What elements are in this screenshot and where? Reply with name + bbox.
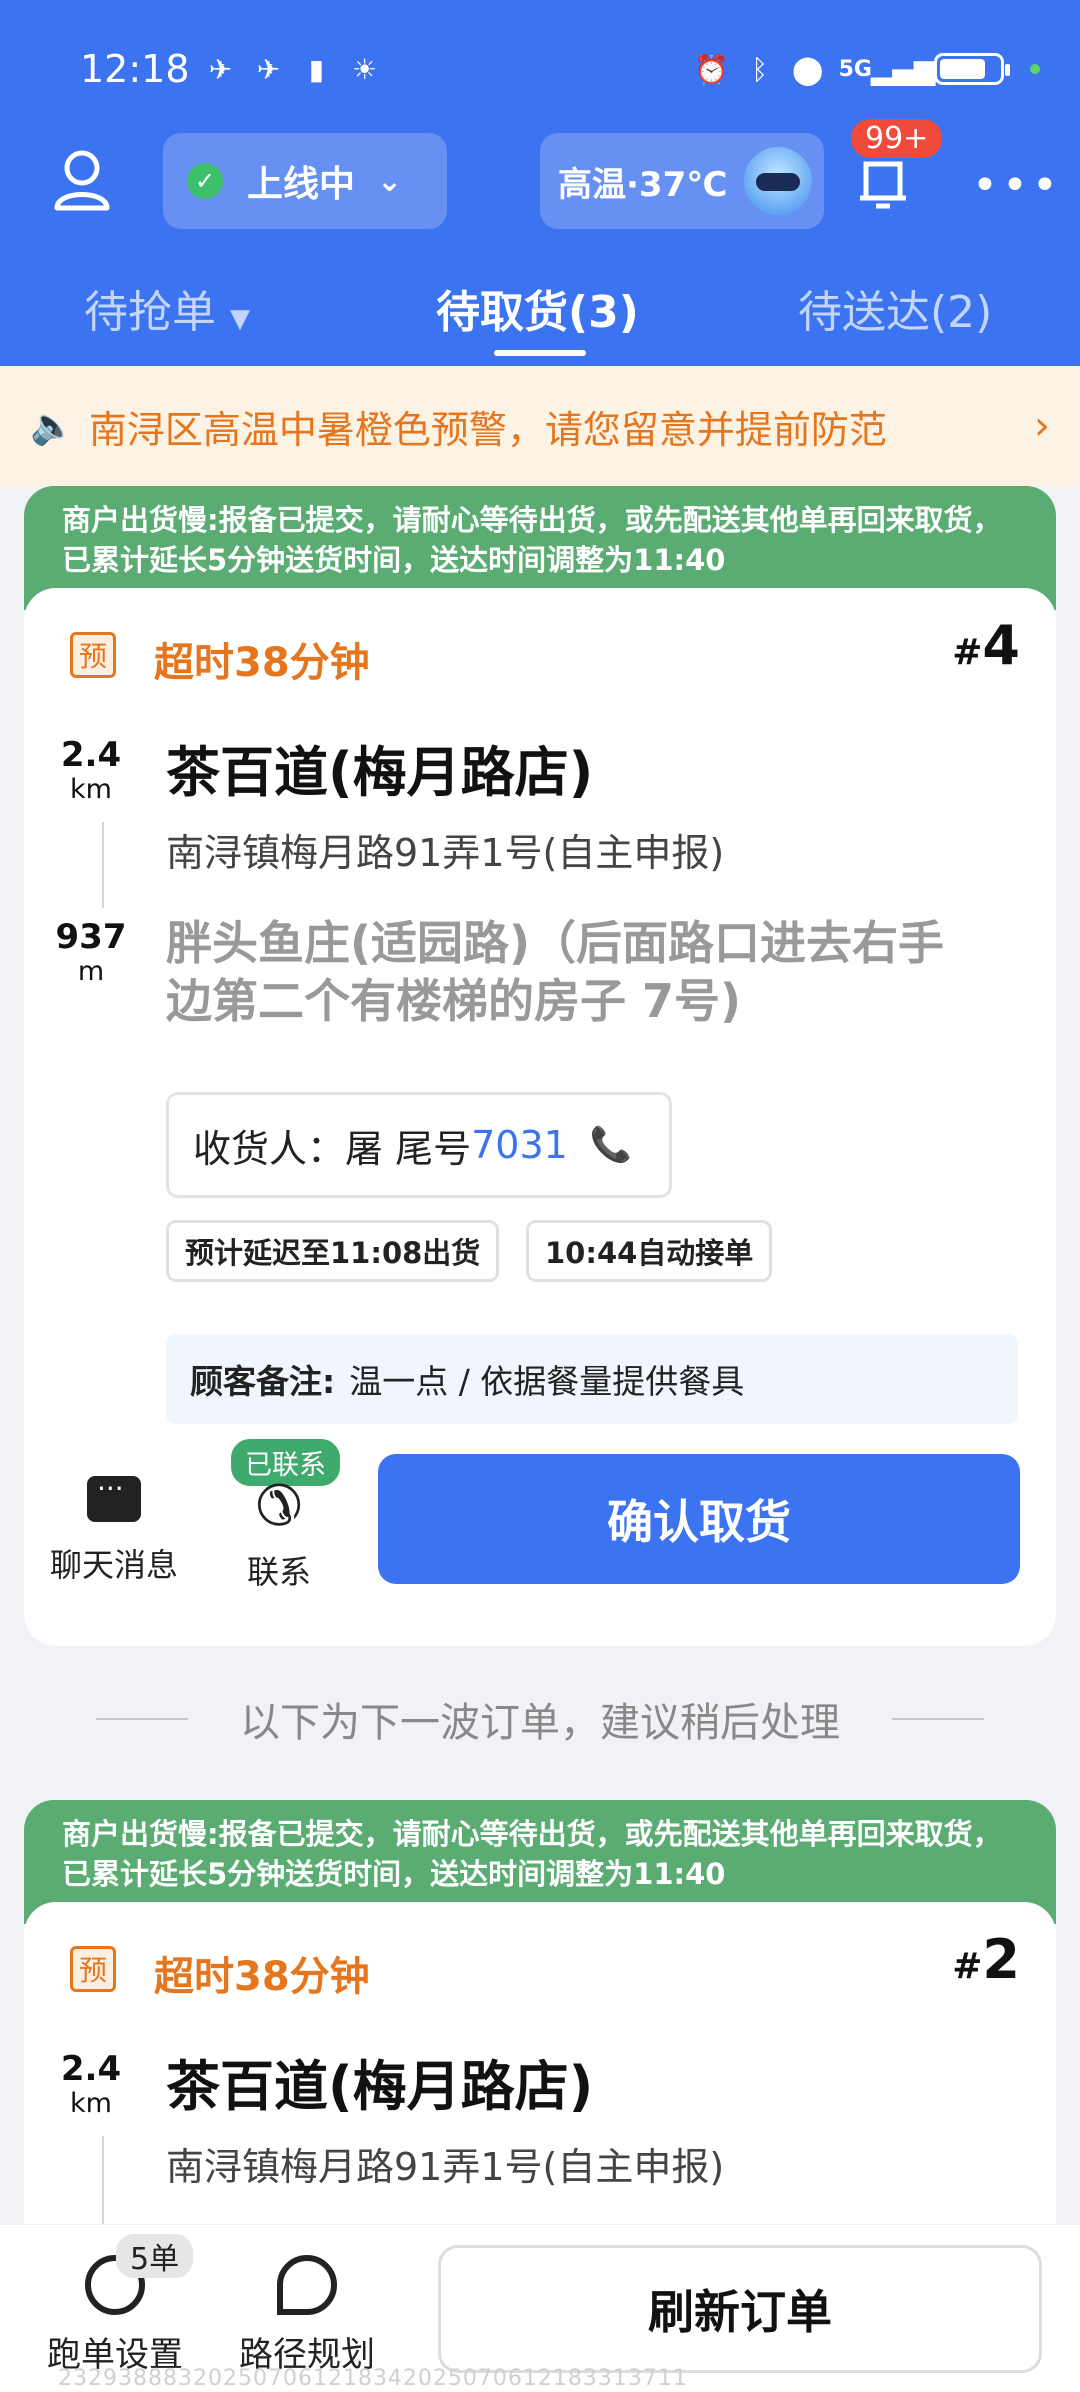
tab-pending-delivery[interactable]: 待送达(2) xyxy=(798,276,992,340)
overtime-label: 超时38分钟 xyxy=(154,640,370,686)
battery-icon xyxy=(934,53,1010,85)
order-number-value: 4 xyxy=(982,614,1020,677)
divider-text: 以下为下一波订单，建议稍后处理 xyxy=(240,1700,840,1746)
tab-label: 待抢单 xyxy=(84,287,216,338)
tab-pending-grab[interactable]: 待抢单 ▼ xyxy=(84,276,250,340)
order-count-badge: 5单 xyxy=(116,2234,194,2278)
customer-remark: 顾客备注: 温一点 / 依据餐量提供餐具 xyxy=(166,1334,1018,1424)
pickup-distance-unit: km xyxy=(70,774,112,805)
receiver-call-button[interactable]: 收货人：屠 尾号 7031 📞 xyxy=(166,1092,672,1198)
plane-icon-2: ✈ xyxy=(256,52,281,86)
shop-name[interactable]: 茶百道(梅月路店) xyxy=(166,2042,593,2121)
receiver-label: 收货人：屠 尾号 xyxy=(193,1126,472,1171)
tab-pending-pickup[interactable]: 待取货(3) xyxy=(436,276,639,340)
privacy-dot-icon xyxy=(1030,64,1040,74)
online-status-toggle[interactable]: ✓ 上线中 ⌄ xyxy=(163,133,447,229)
next-wave-divider: 以下为下一波订单，建议稍后处理 xyxy=(0,1690,1080,1748)
remark-label: 顾客备注: xyxy=(190,1362,336,1401)
alert-text: 南浔区高温中暑橙色预警，请您留意并提前防范 xyxy=(88,407,887,452)
robot-mascot-icon xyxy=(744,147,812,215)
network-label: 5G xyxy=(838,56,872,82)
delivery-distance-unit: m xyxy=(77,956,105,987)
signal-icon: ▂▄▆ xyxy=(870,52,936,86)
order-number-value: 2 xyxy=(982,1928,1020,1991)
order-number-prefix: # xyxy=(952,1946,983,1987)
contact-label: 联系 xyxy=(246,1553,311,1591)
delivery-distance: 937 m xyxy=(54,918,128,988)
order-number: #2 xyxy=(952,1928,1020,1991)
divider-line xyxy=(892,1718,984,1720)
tab-label: 待取货(3) xyxy=(436,287,639,338)
pickup-distance-unit: km xyxy=(70,2088,112,2119)
alert-icon: ▮ xyxy=(308,52,325,86)
order-tabs: 待抢单 ▼ 待取货(3) 待送达(2) xyxy=(0,276,1080,356)
chevron-right-icon: › xyxy=(1034,403,1050,449)
tab-label: 待送达(2) xyxy=(798,287,993,338)
shop-address: 南浔镇梅月路91弄1号(自主申报) xyxy=(166,831,725,875)
weather-pill[interactable]: 高温·37℃ xyxy=(540,133,824,229)
order-card: 商户出货慢:报备已提交，请耐心等待出货，或先配送其他单再回来取货，已累计延长5分… xyxy=(24,486,1056,1646)
phone-icon: 📞 xyxy=(589,1125,633,1165)
pickup-distance-value: 2.4 xyxy=(60,2049,122,2089)
bluetooth-icon: ᛒ xyxy=(751,52,769,86)
user-icon[interactable] xyxy=(52,148,112,212)
plane-icon: ✈ xyxy=(208,52,233,86)
delay-chip: 预计延迟至11:08出货 xyxy=(166,1220,500,1282)
order-card-body: 预 超时38分钟 #4 2.4 km 茶百道(梅月路店) 南浔镇梅月路91弄1号… xyxy=(24,588,1056,1646)
preorder-tag: 预 xyxy=(70,632,116,678)
header-toolbar: ✓ 上线中 ⌄ 高温·37℃ 99+ ••• xyxy=(0,116,1080,230)
remark-text: 温一点 / 依据餐量提供餐具 xyxy=(349,1362,745,1401)
location-icon: ⬤ xyxy=(791,52,824,86)
caret-down-icon: ▼ xyxy=(230,304,250,334)
active-tab-indicator xyxy=(494,350,586,356)
more-icon[interactable]: ••• xyxy=(972,160,1062,211)
order-number: #4 xyxy=(952,614,1020,677)
refresh-orders-button[interactable]: 刷新订单 xyxy=(438,2245,1042,2373)
route-line xyxy=(102,822,104,908)
phone-handset-icon: ✆ xyxy=(255,1474,303,1539)
delivery-distance-value: 937 xyxy=(55,917,127,957)
status-bar: 12:18 ✈ ✈ ▮ ☀ ⏰ ᛒ ⬤ 5G ▂▄▆ xyxy=(80,44,1040,94)
confirm-pickup-button[interactable]: 确认取货 xyxy=(378,1454,1020,1584)
notification-bell-icon[interactable] xyxy=(858,158,908,210)
receiver-phone-suffix: 7031 xyxy=(471,1123,568,1167)
chat-label: 聊天消息 xyxy=(49,1546,178,1584)
shop-name[interactable]: 茶百道(梅月路店) xyxy=(166,728,593,807)
auto-accept-chip: 10:44自动接单 xyxy=(526,1220,773,1282)
shop-address: 南浔镇梅月路91弄1号(自主申报) xyxy=(166,2145,725,2189)
chat-message-button[interactable]: 聊天消息 xyxy=(44,1472,184,1586)
pickup-distance-value: 2.4 xyxy=(60,735,122,775)
alarm-icon: ⏰ xyxy=(694,52,730,86)
footer-watermark-id: 2329388832025070612183420250706121833137… xyxy=(58,2366,688,2391)
overtime-label: 超时38分钟 xyxy=(154,1954,370,2000)
delivery-destination[interactable]: 胖头鱼庄(适园路)（后面路口进去右手边第二个有楼梯的房子 7号) xyxy=(166,914,986,1030)
pickup-distance: 2.4 km xyxy=(54,2050,128,2120)
check-icon: ✓ xyxy=(187,163,223,199)
notification-badge: 99+ xyxy=(848,116,946,161)
pickup-distance: 2.4 km xyxy=(54,736,128,806)
app-header: 12:18 ✈ ✈ ▮ ☀ ⏰ ᛒ ⬤ 5G ▂▄▆ ✓ 上线中 ⌄ 高温·37… xyxy=(0,0,1080,366)
online-status-label: 上线中 xyxy=(247,164,356,205)
route-planning-icon xyxy=(277,2255,337,2315)
divider-line xyxy=(96,1718,188,1720)
weather-label: 高温·37℃ xyxy=(558,164,728,205)
order-number-prefix: # xyxy=(952,632,983,673)
chat-bubble-icon xyxy=(87,1472,141,1522)
status-time: 12:18 xyxy=(80,47,190,91)
weather-app-icon: ☀ xyxy=(351,52,378,86)
heat-warning-banner[interactable]: 🔈 南浔区高温中暑橙色预警，请您留意并提前防范 › xyxy=(0,366,1080,486)
contact-button[interactable]: ✆ 联系 xyxy=(224,1474,334,1593)
route-planning-button[interactable]: 路径规划 xyxy=(212,2255,402,2376)
preorder-tag: 预 xyxy=(70,1946,116,1992)
chevron-down-icon: ⌄ xyxy=(377,163,403,199)
speaker-icon: 🔈 xyxy=(30,406,75,447)
